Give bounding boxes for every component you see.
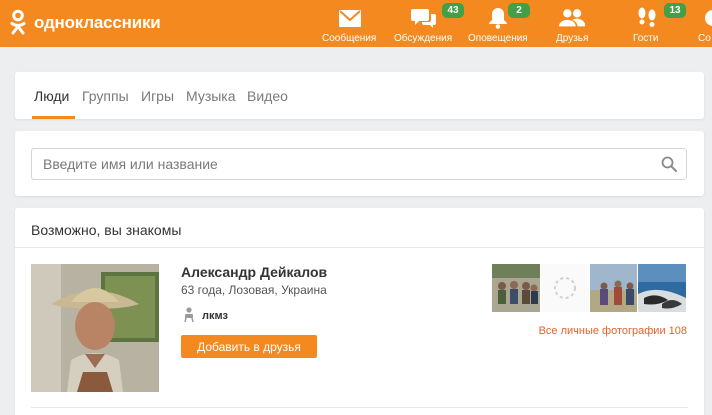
section-title: Возможно, вы знакомы xyxy=(31,222,182,238)
divider xyxy=(15,247,704,248)
photo-strip xyxy=(492,264,687,312)
nav-notifications[interactable]: 2 Оповещения xyxy=(468,0,530,47)
people-you-may-know: Возможно, вы знакомы Александр Дейкалов … xyxy=(15,208,704,415)
notifications-badge: 2 xyxy=(508,3,530,18)
nav-messages[interactable]: Сообщения xyxy=(322,0,378,47)
tab-groups[interactable]: Группы xyxy=(82,88,129,104)
nav-messages-label: Сообщения xyxy=(322,33,377,44)
logo[interactable]: одноклассники xyxy=(10,9,161,37)
nav-friends-label: Друзья xyxy=(556,33,589,44)
search-tabs: Люди Группы Игры Музыка Видео xyxy=(15,72,704,119)
brand-name: одноклассники xyxy=(34,13,161,32)
nav-more-label: Со xyxy=(698,33,711,44)
person-info: 63 года, Лозовая, Украина xyxy=(181,283,327,297)
workplace-icon xyxy=(183,307,195,328)
discussions-badge: 43 xyxy=(442,3,464,18)
workplace-label: лкмз xyxy=(202,310,228,322)
nav-guests[interactable]: 13 Гости xyxy=(632,0,686,47)
avatar[interactable] xyxy=(31,264,159,392)
tab-music[interactable]: Музыка xyxy=(186,88,236,104)
photo-loading[interactable] xyxy=(540,264,589,312)
search-card xyxy=(15,131,704,196)
search-box xyxy=(31,148,687,180)
partial-icon xyxy=(698,7,712,29)
nav-notifications-label: Оповещения xyxy=(468,33,528,44)
friends-icon xyxy=(559,7,585,29)
envelope-icon xyxy=(337,7,363,29)
ok-logo-icon xyxy=(10,9,26,37)
person-name[interactable]: Александр Дейкалов xyxy=(181,264,327,280)
all-photos-link[interactable]: Все личные фотографии 108 xyxy=(539,325,687,337)
nav-discussions-label: Обсуждения xyxy=(394,33,453,44)
footprints-icon xyxy=(634,7,660,29)
photo-thumbnail[interactable] xyxy=(492,264,540,312)
nav-more[interactable]: Со xyxy=(696,0,712,47)
divider xyxy=(31,407,688,408)
search-icon[interactable] xyxy=(661,156,677,177)
search-input[interactable] xyxy=(32,149,652,179)
chat-bubbles-icon xyxy=(411,7,437,29)
active-tab-indicator xyxy=(32,116,75,119)
guests-badge: 13 xyxy=(664,3,686,18)
top-bar: одноклассники Сообщения 43 Обсуждения 2 … xyxy=(0,0,712,47)
tab-games[interactable]: Игры xyxy=(141,88,174,104)
nav-guests-label: Гости xyxy=(633,33,659,44)
add-friend-button[interactable]: Добавить в друзья xyxy=(181,335,317,358)
nav-discussions[interactable]: 43 Обсуждения xyxy=(394,0,464,47)
photo-thumbnail[interactable] xyxy=(638,264,686,312)
tab-people[interactable]: Люди xyxy=(34,88,69,104)
nav-friends[interactable]: Друзья xyxy=(554,0,590,47)
tab-video[interactable]: Видео xyxy=(247,88,288,104)
photo-thumbnail[interactable] xyxy=(589,264,638,312)
